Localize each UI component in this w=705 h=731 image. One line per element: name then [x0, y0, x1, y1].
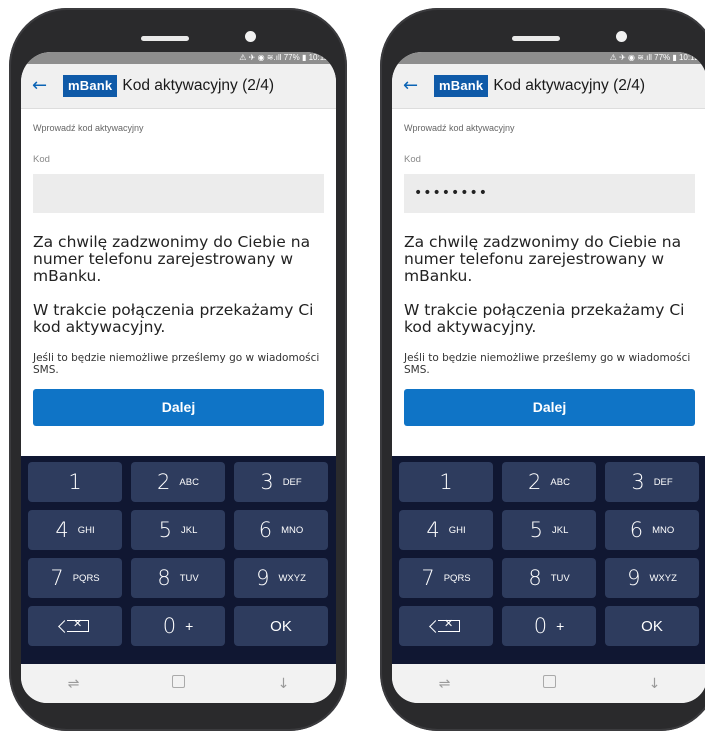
- sms-note: Jeśli to będzie niemożliwe prześlemy go …: [33, 352, 320, 376]
- speaker-grille: [141, 36, 189, 41]
- phone-frame-left: ⚠ ✈ ◉ ≋.ıll 77% ▮ 10:11 ← mBank Kod akty…: [9, 8, 347, 731]
- home-button[interactable]: [159, 675, 199, 692]
- backspace-key[interactable]: ✕: [399, 606, 493, 646]
- key-7[interactable]: 7 PQRS: [28, 558, 122, 598]
- code-input[interactable]: ••••••••: [404, 174, 695, 213]
- sms-note: Jeśli to będzie niemożliwe prześlemy go …: [404, 352, 691, 376]
- speaker-grille: [512, 36, 560, 41]
- code-input[interactable]: [33, 174, 324, 213]
- numeric-keypad: 1 2 ABC 3 DEF 4 GHI 5 JKL 6 MNO 7 PQRS 8 TUV 9W…: [392, 456, 705, 664]
- key-4[interactable]: 4 GHI: [28, 510, 122, 550]
- code-message: W trakcie połączenia przekażamy Ci kod a…: [33, 301, 314, 336]
- key-5[interactable]: 5 JKL: [502, 510, 596, 550]
- system-nav-bar: ⇌ ↓: [392, 664, 705, 703]
- backspace-icon: ✕: [438, 617, 460, 632]
- mbank-logo: mBank: [63, 75, 118, 97]
- key-8[interactable]: 8 TUV: [131, 558, 225, 598]
- call-message: Za chwilę zadzwonimy do Ciebie na numer …: [33, 233, 311, 285]
- screen: ⚠ ✈ ◉ ≋.ıll 77% ▮ 10:12 ← mBank Kod akty…: [392, 52, 705, 703]
- instruction-text: Wprowadź kod aktywacyjny: [33, 123, 144, 133]
- key-5[interactable]: 5 JKL: [131, 510, 225, 550]
- backspace-icon: ✕: [67, 617, 89, 632]
- home-icon: [543, 675, 556, 688]
- key-2[interactable]: 2 ABC: [502, 462, 596, 502]
- backspace-key[interactable]: ✕: [28, 606, 122, 646]
- key-0[interactable]: 0 +: [502, 606, 596, 646]
- key-1[interactable]: 1: [399, 462, 493, 502]
- ok-key[interactable]: OK: [234, 606, 328, 646]
- instruction-text: Wprowadź kod aktywacyjny: [404, 123, 515, 133]
- key-7[interactable]: 7 PQRS: [399, 558, 493, 598]
- next-button[interactable]: Dalej: [404, 389, 695, 426]
- screen: ⚠ ✈ ◉ ≋.ıll 77% ▮ 10:11 ← mBank Kod akty…: [21, 52, 336, 703]
- numeric-keypad: 1 2 ABC 3 DEF 4 GHI 5 JKL 6 MNO 7 PQRS 8 TUV 9W…: [21, 456, 336, 664]
- front-camera: [245, 31, 256, 42]
- app-bar: ← mBank Kod aktywacyjny (2/4): [392, 64, 705, 109]
- code-message: W trakcie połączenia przekażamy Ci kod a…: [404, 301, 685, 336]
- page-title: Kod aktywacyjny (2/4): [122, 77, 274, 94]
- ok-key[interactable]: OK: [605, 606, 699, 646]
- key-6[interactable]: 6 MNO: [234, 510, 328, 550]
- key-9[interactable]: 9 WXYZ: [605, 558, 699, 598]
- page-title: Kod aktywacyjny (2/4): [493, 77, 645, 94]
- status-bar: ⚠ ✈ ◉ ≋.ıll 77% ▮ 10:12: [392, 52, 705, 64]
- app-bar: ← mBank Kod aktywacyjny (2/4): [21, 64, 336, 109]
- mbank-logo: mBank: [434, 75, 489, 97]
- code-label: Kod: [33, 154, 50, 165]
- key-1[interactable]: 1: [28, 462, 122, 502]
- phone-frame-right: ⚠ ✈ ◉ ≋.ıll 77% ▮ 10:12 ← mBank Kod akty…: [380, 8, 705, 731]
- code-label: Kod: [404, 154, 421, 165]
- status-bar: ⚠ ✈ ◉ ≋.ıll 77% ▮ 10:11: [21, 52, 336, 64]
- home-icon: [172, 675, 185, 688]
- back-arrow-icon[interactable]: ←: [403, 64, 423, 108]
- key-0[interactable]: 0 +: [131, 606, 225, 646]
- recent-apps-icon[interactable]: ⇌: [425, 676, 465, 692]
- system-nav-bar: ⇌ ↓: [21, 664, 336, 703]
- back-icon[interactable]: ↓: [264, 676, 304, 692]
- front-camera: [616, 31, 627, 42]
- back-arrow-icon[interactable]: ←: [32, 64, 52, 108]
- key-9[interactable]: 9 WXYZ: [234, 558, 328, 598]
- key-8[interactable]: 8 TUV: [502, 558, 596, 598]
- key-3[interactable]: 3 DEF: [605, 462, 699, 502]
- key-2[interactable]: 2 ABC: [131, 462, 225, 502]
- home-button[interactable]: [530, 675, 570, 692]
- key-4[interactable]: 4 GHI: [399, 510, 493, 550]
- recent-apps-icon[interactable]: ⇌: [54, 676, 94, 692]
- key-3[interactable]: 3 DEF: [234, 462, 328, 502]
- next-button[interactable]: Dalej: [33, 389, 324, 426]
- key-6[interactable]: 6 MNO: [605, 510, 699, 550]
- back-icon[interactable]: ↓: [635, 676, 675, 692]
- call-message: Za chwilę zadzwonimy do Ciebie na numer …: [404, 233, 682, 285]
